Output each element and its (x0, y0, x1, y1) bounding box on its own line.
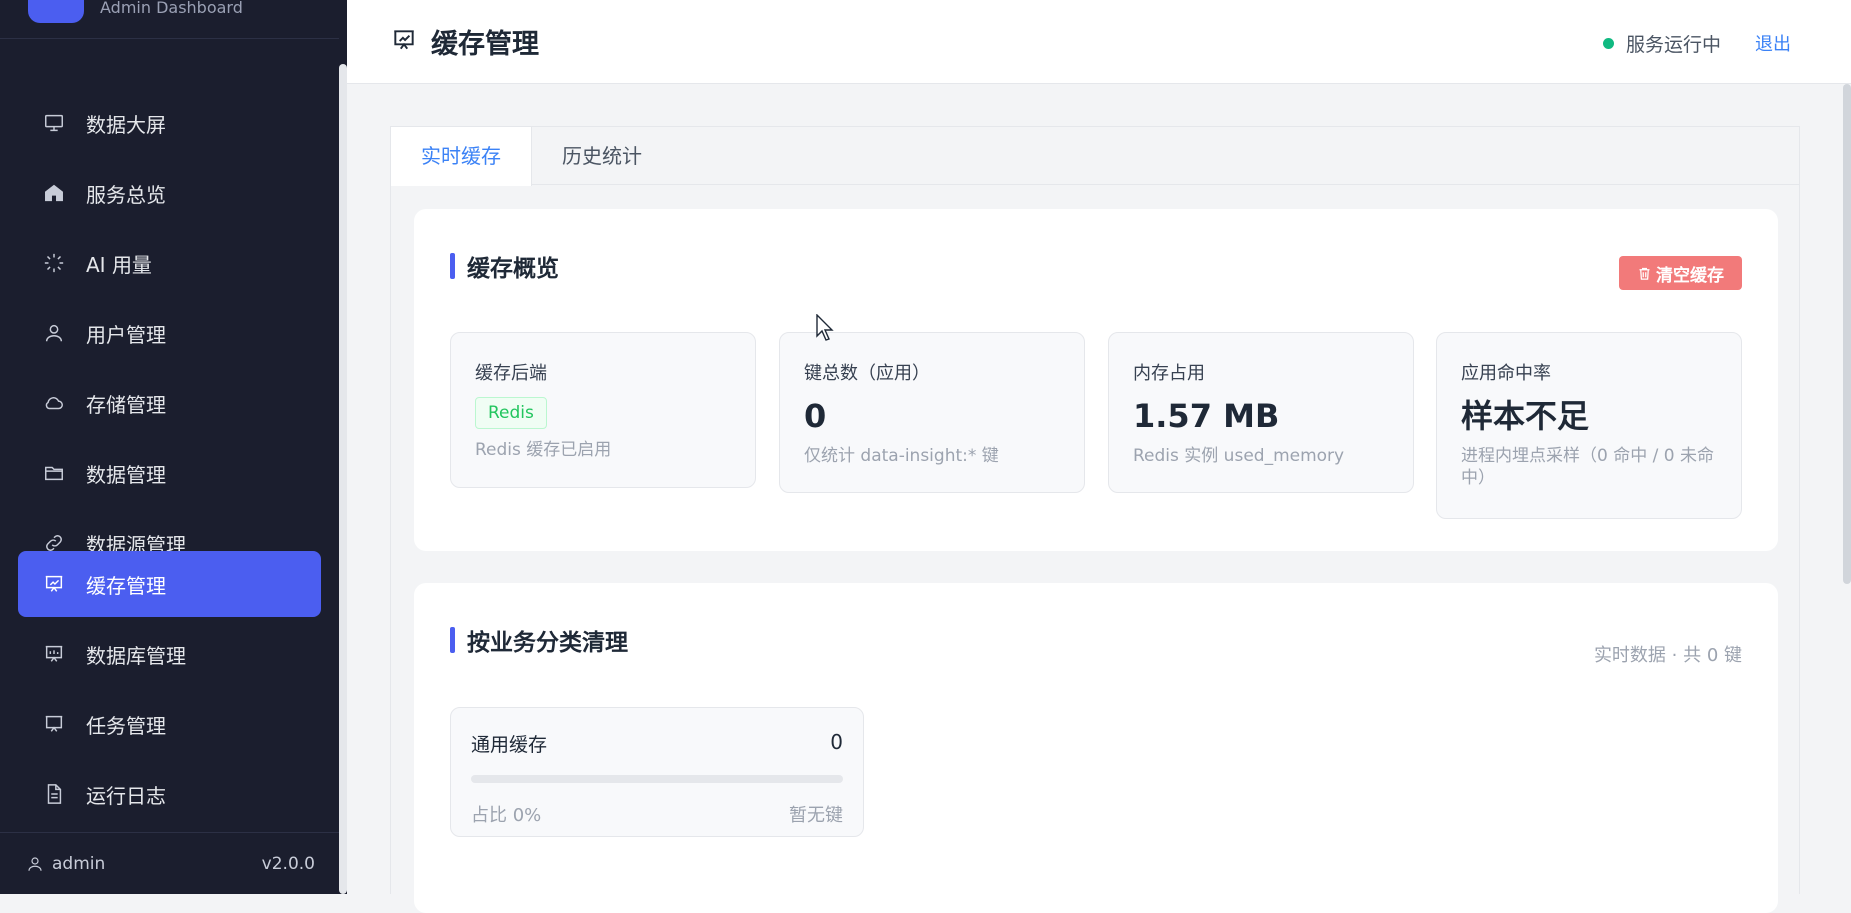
stat-note: Redis 缓存已启用 (475, 440, 612, 460)
sidebar-item-tasks[interactable]: 任务管理 (18, 691, 321, 757)
main-content: 实时缓存 历史统计 缓存概览 清空缓存 缓存后端 Redis Redis 缓存已… (390, 126, 1800, 913)
section-title: 按业务分类清理 (450, 623, 628, 657)
tab-history-stats[interactable]: 历史统计 (532, 127, 672, 185)
sidebar-item-database[interactable]: 数据库管理 (18, 621, 321, 687)
stat-label: 缓存后端 (475, 363, 547, 384)
category-footer: 占比 0% 暂无键 (471, 801, 843, 827)
sidebar-item-storage[interactable]: 存储管理 (18, 370, 321, 436)
category-progress (471, 775, 843, 783)
stat-note: Redis 实例 used_memory (1133, 446, 1345, 466)
section-title: 缓存概览 (450, 249, 559, 283)
sidebar-scrollbar[interactable] (339, 64, 347, 894)
status-text: 服务运行中 (1625, 34, 1721, 56)
status-dot (1602, 38, 1614, 49)
category-keys: 暂无键 (789, 805, 843, 826)
stat-label: 键总数（应用） (804, 363, 930, 384)
board-icon (42, 712, 66, 736)
section-title-text: 缓存概览 (467, 256, 559, 282)
cache-overview-card: 缓存概览 清空缓存 缓存后端 Redis Redis 缓存已启用 键总数（应用）… (414, 209, 1778, 551)
brand: Admin Dashboard (28, 0, 243, 36)
logout-button[interactable]: 退出 (1755, 30, 1791, 56)
section-accent-bar (450, 627, 455, 653)
brand-divider (0, 38, 339, 39)
tab-bar: 实时缓存 历史统计 (391, 127, 1799, 186)
tab-realtime-cache[interactable]: 实时缓存 (391, 127, 532, 186)
current-user[interactable]: admin (26, 854, 105, 874)
stat-note: 进程内埋点采样（0 命中 / 0 未命中） (1461, 446, 1714, 488)
trash-icon (1639, 267, 1650, 280)
sidebar-item-label: AI 用量 (86, 252, 152, 277)
brand-logo (28, 0, 84, 23)
sidebar-item-label: 数据库管理 (86, 643, 186, 668)
presentation-chart-icon (42, 572, 66, 596)
sidebar-item-users[interactable]: 用户管理 (18, 300, 321, 366)
main-scrollbar[interactable] (1843, 84, 1851, 584)
monitor-icon (42, 111, 66, 135)
sidebar-item-data-screen[interactable]: 数据大屏 (18, 90, 321, 156)
sidebar-item-label: 数据大屏 (86, 112, 166, 137)
category-name: 通用缓存 (471, 734, 548, 756)
user-icon (42, 321, 66, 345)
sidebar: Admin Dashboard 数据大屏 服务总览 AI 用量 用户管理 存储管… (0, 0, 347, 894)
sidebar-item-label: 运行日志 (86, 783, 166, 808)
home-icon (42, 181, 66, 205)
user-icon (28, 856, 42, 871)
username: admin (52, 853, 106, 874)
clear-cache-button[interactable]: 清空缓存 (1619, 256, 1742, 290)
presentation-icon (42, 642, 66, 666)
page-header: 缓存管理 服务运行中 退出 (347, 0, 1851, 84)
category-header: 通用缓存 0 (471, 730, 843, 757)
sidebar-item-data[interactable]: 数据管理 (18, 440, 321, 506)
cloud-icon (42, 391, 66, 415)
stat-card-memory: 内存占用 1.57 MB Redis 实例 used_memory (1108, 332, 1414, 493)
stat-note: 仅统计 data-insight:* 键 (804, 446, 999, 466)
page-title: 缓存管理 (431, 29, 539, 60)
backend-tag: Redis (475, 397, 547, 429)
sidebar-item-label: 服务总览 (86, 182, 166, 207)
category-ratio: 占比 0% (471, 805, 542, 826)
clear-cache-label: 清空缓存 (1656, 265, 1724, 286)
sidebar-item-label: 存储管理 (86, 392, 166, 417)
folder-icon (42, 461, 66, 485)
category-card-general[interactable]: 通用缓存 0 占比 0% 暂无键 (450, 707, 864, 837)
stat-value: 1.57 MB (1133, 397, 1280, 435)
sidebar-item-label: 用户管理 (86, 322, 166, 347)
file-text-icon (42, 782, 66, 806)
sidebar-item-logs[interactable]: 运行日志 (18, 761, 321, 827)
stat-card-key-count: 键总数（应用） 0 仅统计 data-insight:* 键 (779, 332, 1085, 493)
category-clean-card: 按业务分类清理 实时数据 · 共 0 键 通用缓存 0 占比 0% 暂无键 (414, 583, 1778, 913)
section-title-text: 按业务分类清理 (467, 630, 628, 656)
sidebar-item-label: 缓存管理 (86, 573, 166, 598)
section-accent-bar (450, 253, 455, 279)
categories-meta: 实时数据 · 共 0 键 (1593, 645, 1742, 666)
sidebar-item-label: 任务管理 (86, 713, 166, 738)
category-count: 0 (830, 730, 843, 754)
mouse-cursor-icon (816, 314, 834, 341)
stat-value: 样本不足 (1461, 397, 1590, 435)
stat-card-hit-rate: 应用命中率 样本不足 进程内埋点采样（0 命中 / 0 未命中） (1436, 332, 1742, 519)
sidebar-item-service-overview[interactable]: 服务总览 (18, 160, 321, 226)
stat-card-backend: 缓存后端 Redis Redis 缓存已启用 (450, 332, 756, 488)
loader-icon (42, 251, 66, 275)
sidebar-item-cache[interactable]: 缓存管理 (18, 551, 321, 617)
sidebar-item-ai-usage[interactable]: AI 用量 (18, 230, 321, 296)
brand-subtitle: Admin Dashboard (100, 0, 243, 17)
presentation-chart-icon (391, 27, 417, 57)
app-version: v2.0.0 (261, 853, 315, 874)
service-status: 服务运行中 (1602, 30, 1721, 57)
sidebar-footer: admin v2.0.0 (0, 832, 339, 894)
sidebar-item-label: 数据管理 (86, 462, 166, 487)
stat-label: 内存占用 (1133, 363, 1205, 384)
stat-label: 应用命中率 (1461, 363, 1551, 384)
stat-value: 0 (804, 397, 827, 435)
